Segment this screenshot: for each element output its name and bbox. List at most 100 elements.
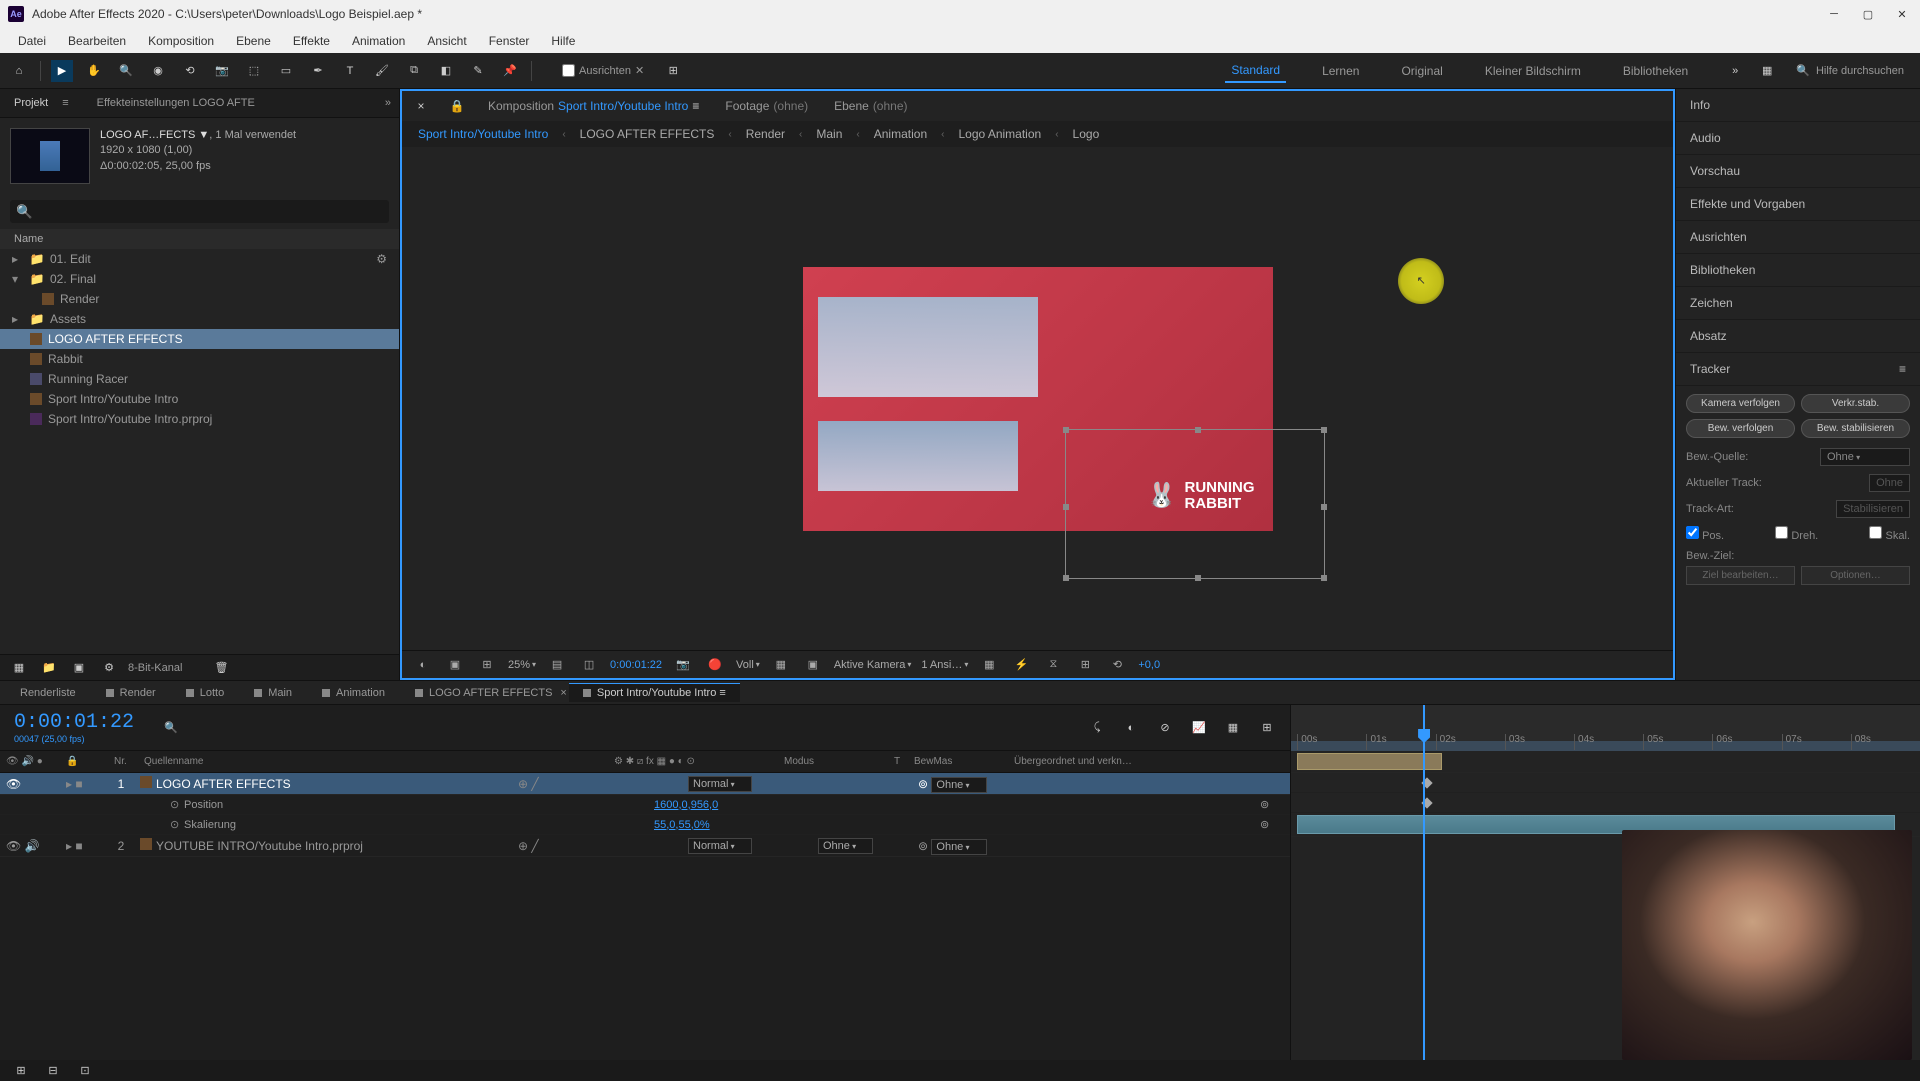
breadcrumb-item[interactable]: Render bbox=[742, 125, 789, 143]
scale-track[interactable] bbox=[1291, 793, 1920, 813]
viewer-canvas[interactable]: 🐰 RUNNING RABBIT bbox=[402, 147, 1673, 650]
timeline-tab[interactable]: Lotto bbox=[172, 684, 238, 702]
zoom-tool[interactable]: 🔍 bbox=[115, 60, 137, 82]
name-column-header[interactable]: Quellenname bbox=[138, 756, 608, 767]
workspace-tab-lernen[interactable]: Lernen bbox=[1316, 60, 1365, 82]
timeline-tab[interactable]: LOGO AFTER EFFECTS bbox=[401, 684, 566, 702]
timeline-property-row[interactable]: ⊙Position1600,0,956,0⊚ bbox=[0, 795, 1290, 815]
breadcrumb-item[interactable]: Main bbox=[812, 125, 846, 143]
timecode-display[interactable]: 0:00:01:22 bbox=[610, 659, 662, 671]
draft-icon[interactable]: ▦ bbox=[1222, 717, 1244, 739]
resolution-dropdown[interactable]: Voll bbox=[736, 659, 760, 671]
eraser-tool[interactable]: ◧ bbox=[435, 60, 457, 82]
puppet-tool[interactable]: 📌 bbox=[499, 60, 521, 82]
playhead[interactable] bbox=[1423, 705, 1425, 1060]
workspace-tab-original[interactable]: Original bbox=[1395, 60, 1448, 82]
rotation-checkbox[interactable] bbox=[1775, 526, 1788, 539]
minimize-button[interactable]: ─ bbox=[1824, 4, 1844, 24]
toggle-parent-icon[interactable]: ⊡ bbox=[74, 1059, 96, 1081]
transparency-icon[interactable]: ▦ bbox=[770, 654, 792, 676]
breadcrumb-item[interactable]: Animation bbox=[870, 125, 931, 143]
text-tool[interactable]: T bbox=[339, 60, 361, 82]
project-item[interactable]: Running Racer bbox=[0, 369, 399, 389]
panel-overflow-icon[interactable]: » bbox=[385, 97, 391, 109]
breadcrumb-item[interactable]: Logo bbox=[1069, 125, 1104, 143]
workspace-overflow-icon[interactable]: » bbox=[1724, 60, 1746, 82]
menu-effekte[interactable]: Effekte bbox=[285, 30, 338, 52]
position-track[interactable] bbox=[1291, 773, 1920, 793]
delete-icon[interactable]: 🗑 bbox=[210, 657, 232, 679]
matte-column-header[interactable]: BewMas bbox=[908, 756, 1008, 767]
motion-source-dropdown[interactable]: Ohne bbox=[1820, 448, 1910, 466]
timeline-tab[interactable]: Main bbox=[240, 684, 306, 702]
project-tab[interactable]: Projekt bbox=[8, 93, 54, 113]
project-item[interactable]: ▸ 📁01. Edit⚙ bbox=[0, 249, 399, 269]
breadcrumb-item[interactable]: LOGO AFTER EFFECTS bbox=[576, 125, 719, 143]
rotate-tool[interactable]: ⟲ bbox=[179, 60, 201, 82]
stabilize-motion-button[interactable]: Bew. stabilisieren bbox=[1801, 419, 1910, 438]
mode-column-header[interactable]: Modus bbox=[778, 756, 888, 767]
guides-icon[interactable]: ⊞ bbox=[476, 654, 498, 676]
viewer-tab[interactable]: Ebene (ohne) bbox=[828, 96, 913, 116]
breadcrumb-item[interactable]: Logo Animation bbox=[954, 125, 1045, 143]
project-item[interactable]: ▸ 📁Assets bbox=[0, 309, 399, 329]
hand-tool[interactable]: ✋ bbox=[83, 60, 105, 82]
new-folder-icon[interactable]: 📁 bbox=[38, 657, 60, 679]
name-column-header[interactable]: Name bbox=[0, 229, 399, 249]
brush-tool[interactable]: 🖌 bbox=[371, 60, 393, 82]
project-item[interactable]: ▾ 📁02. Final bbox=[0, 269, 399, 289]
lock-tab-icon[interactable]: 🔒 bbox=[446, 95, 468, 117]
roi-icon[interactable]: ◫ bbox=[578, 654, 600, 676]
flowchart-icon[interactable]: ⊞ bbox=[1074, 654, 1096, 676]
menu-hilfe[interactable]: Hilfe bbox=[543, 30, 583, 52]
close-button[interactable]: ✕ bbox=[1892, 4, 1912, 24]
timeline-property-row[interactable]: ⊙Skalierung55,0,55,0%⊚ bbox=[0, 815, 1290, 835]
panel-header-info[interactable]: Info bbox=[1676, 89, 1920, 122]
project-item[interactable]: LOGO AFTER EFFECTS bbox=[0, 329, 399, 349]
effect-controls-tab[interactable]: Effekteinstellungen LOGO AFTE bbox=[97, 97, 255, 109]
project-settings-icon[interactable]: ⚙ bbox=[98, 657, 120, 679]
shape-tool[interactable]: ▭ bbox=[275, 60, 297, 82]
snapping-icon[interactable]: ⊞ bbox=[662, 60, 684, 82]
exposure-value[interactable]: +0,0 bbox=[1138, 659, 1160, 671]
menu-animation[interactable]: Animation bbox=[344, 30, 413, 52]
resolution-icon[interactable]: ▤ bbox=[546, 654, 568, 676]
layer-1-track[interactable] bbox=[1291, 751, 1920, 773]
menu-ebene[interactable]: Ebene bbox=[228, 30, 279, 52]
camera-dropdown[interactable]: Aktive Kamera bbox=[834, 659, 912, 671]
views-dropdown[interactable]: 1 Ansi… bbox=[921, 659, 968, 671]
panel-header-zeichen[interactable]: Zeichen bbox=[1676, 287, 1920, 320]
timeline-layer-row[interactable]: 👁 🔊 ▸ ■ 2 YOUTUBE INTRO/Youtube Intro.pr… bbox=[0, 835, 1290, 857]
menu-bearbeiten[interactable]: Bearbeiten bbox=[60, 30, 134, 52]
roto-tool[interactable]: ✎ bbox=[467, 60, 489, 82]
interpret-footage-icon[interactable]: ▦ bbox=[8, 657, 30, 679]
shy-switch-icon[interactable]: ⤹ bbox=[1086, 717, 1108, 739]
frame-blend-icon[interactable]: ◐ bbox=[1120, 717, 1142, 739]
tracker-menu-icon[interactable]: ≡ bbox=[1899, 362, 1906, 376]
pen-tool[interactable]: ✒ bbox=[307, 60, 329, 82]
mask-icon[interactable]: ▣ bbox=[444, 654, 466, 676]
camera-tool[interactable]: 📷 bbox=[211, 60, 233, 82]
track-camera-button[interactable]: Kamera verfolgen bbox=[1686, 394, 1795, 413]
menu-komposition[interactable]: Komposition bbox=[140, 30, 222, 52]
workspace-tab-kleiner-bildschirm[interactable]: Kleiner Bildschirm bbox=[1479, 60, 1587, 82]
pixel-aspect-icon[interactable]: ▦ bbox=[978, 654, 1000, 676]
alpha-icon[interactable]: ◐ bbox=[412, 654, 434, 676]
bit-depth-label[interactable]: 8-Bit-Kanal bbox=[128, 662, 182, 674]
3d-icon[interactable]: ▣ bbox=[802, 654, 824, 676]
snap-checkbox[interactable] bbox=[562, 64, 575, 77]
workspace-tab-bibliotheken[interactable]: Bibliotheken bbox=[1617, 60, 1694, 82]
viewer-tab[interactable]: Footage (ohne) bbox=[719, 96, 814, 116]
viewer-tab[interactable]: Komposition Sport Intro/Youtube Intro ≡ bbox=[482, 96, 705, 116]
track-motion-button[interactable]: Bew. verfolgen bbox=[1686, 419, 1795, 438]
maximize-button[interactable]: ▢ bbox=[1858, 4, 1878, 24]
close-tab-icon[interactable]: × bbox=[560, 687, 566, 699]
snapshot-icon[interactable]: 📷 bbox=[672, 654, 694, 676]
tracker-panel-header[interactable]: Tracker ≡ bbox=[1676, 353, 1920, 386]
snap-options-icon[interactable]: ✕ bbox=[635, 64, 644, 77]
switches-icon[interactable]: ⊞ bbox=[1256, 717, 1278, 739]
orbit-tool[interactable]: ◉ bbox=[147, 60, 169, 82]
timeline-layer-row[interactable]: 👁 ▸ ■ 1 LOGO AFTER EFFECTS ⊕ ╱ Normal ⊚ … bbox=[0, 773, 1290, 795]
menu-datei[interactable]: Datei bbox=[10, 30, 54, 52]
breadcrumb-item[interactable]: Sport Intro/Youtube Intro bbox=[414, 125, 552, 143]
